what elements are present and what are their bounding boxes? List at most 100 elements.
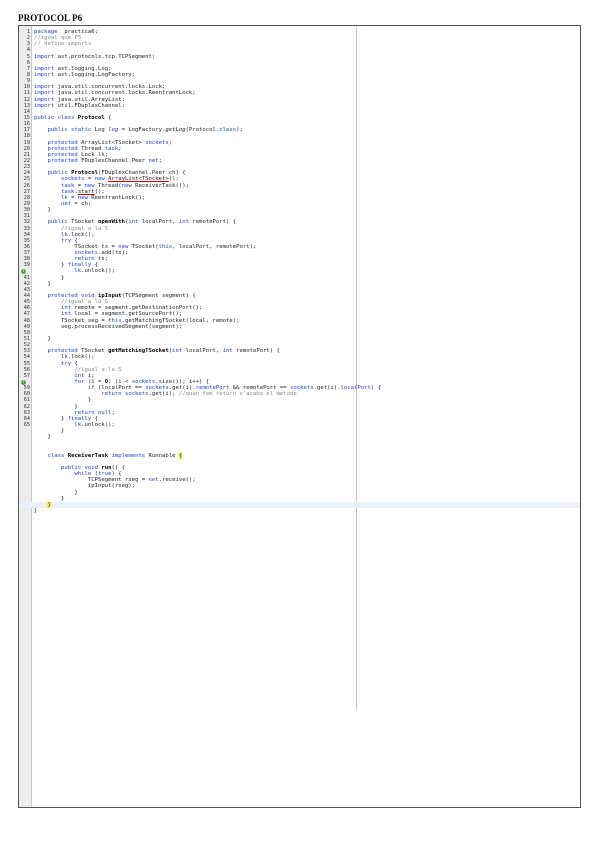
code-token: } xyxy=(34,397,92,404)
code-token: ts; xyxy=(94,256,109,263)
code-token: ast.logging.Log; xyxy=(54,65,112,72)
code-token: (localPort == xyxy=(94,385,146,392)
code-token: ( xyxy=(91,471,99,478)
code-token: protected xyxy=(47,348,78,355)
code-token: .get(i). xyxy=(313,385,341,392)
code-token: finally xyxy=(67,262,92,269)
code-token: package xyxy=(34,29,58,35)
code-token: import xyxy=(34,71,55,78)
code-token: (FDuplexChannel.Peer ch) { xyxy=(98,170,186,177)
code-token: { xyxy=(71,237,78,244)
code-token: ; xyxy=(168,139,173,146)
code-token: i; xyxy=(84,372,95,379)
code-token: FDuplexChannel.Peer xyxy=(77,157,149,164)
code-token: Runnable xyxy=(145,452,179,459)
code-token: int xyxy=(172,348,183,355)
code-token: .unlock(); xyxy=(81,268,115,275)
code-token: .unlock(); xyxy=(81,422,115,428)
code-token: Log xyxy=(91,127,109,134)
code-token: new xyxy=(84,182,95,189)
code-token: .get(i); xyxy=(148,391,179,398)
code-token: for xyxy=(74,379,85,386)
code-text: } xyxy=(34,508,37,514)
code-token: ; xyxy=(118,145,122,152)
code-token: // define imports xyxy=(34,41,92,48)
code-token: ; xyxy=(111,409,115,416)
code-token: //igual a la 5 xyxy=(60,225,109,232)
code-editor[interactable]: 1 package practica6; 2//igual que P5 3// de… xyxy=(18,25,581,808)
document-title: PROTOCOL P6 xyxy=(18,13,83,23)
code-token: } xyxy=(34,280,51,287)
code-token: = xyxy=(74,182,85,189)
code-token: int xyxy=(222,348,233,355)
code-token: = LogFactory. xyxy=(118,127,166,134)
code-token: //igual a la 5 xyxy=(60,299,109,306)
code-token: && remotePort == xyxy=(229,385,291,392)
code-token: TCPSegment rseg = xyxy=(34,477,149,484)
code-token: } xyxy=(47,501,51,508)
code-token: class xyxy=(47,452,65,459)
code-token: { xyxy=(91,262,99,269)
code-token: net xyxy=(60,200,72,207)
code-token: { xyxy=(104,114,112,121)
code-area[interactable]: 1 package practica6; 2//igual que P5 3// de… xyxy=(19,29,580,514)
code-token: .size()); i++) { xyxy=(155,379,210,386)
code-token: this xyxy=(158,243,173,250)
code-token: ArrayList<TSocket> xyxy=(77,139,146,146)
code-token: ); xyxy=(236,127,243,134)
code-token: task xyxy=(60,182,75,189)
code-token: () { xyxy=(111,464,125,471)
code-token: int xyxy=(74,372,85,379)
code-token: new xyxy=(77,194,88,201)
code-token: lk xyxy=(60,194,68,201)
code-token: ipInput xyxy=(98,293,122,300)
code-token: TSocket xyxy=(67,219,99,226)
code-token: = xyxy=(84,176,95,183)
code-token: import xyxy=(34,90,55,97)
code-token: net xyxy=(148,157,159,164)
code-token: } xyxy=(34,507,38,514)
code-token: //igual que P5 xyxy=(34,35,82,42)
code-token: return null xyxy=(74,409,112,416)
code-token: public xyxy=(47,219,68,226)
code-token: = xyxy=(67,194,78,201)
code-token: } xyxy=(34,495,65,502)
code-token: ipInput(rseg); xyxy=(34,483,136,490)
code-token: } xyxy=(34,428,65,435)
code-token: int xyxy=(60,311,72,318)
code-token: { xyxy=(91,415,99,422)
code-token: new xyxy=(121,182,132,189)
code-token: local = segment.getSourcePort(); xyxy=(71,311,183,318)
code-token: ) { xyxy=(111,471,122,478)
code-token: } xyxy=(34,403,78,410)
code-token: task xyxy=(104,145,119,152)
code-token: ArrayList<TSocket> xyxy=(108,176,169,183)
code-token: sockets xyxy=(145,139,169,146)
warning-marker-icon[interactable]: ! xyxy=(21,379,26,385)
code-token: protected xyxy=(47,145,78,152)
code-token: java.util.concurrent.locks.ReentrantLock… xyxy=(54,90,196,97)
code-token: sockets xyxy=(131,379,156,386)
code-token: .lock(); xyxy=(67,231,95,238)
warning-marker-icon[interactable]: ! xyxy=(21,268,26,274)
code-line[interactable]: } xyxy=(19,508,580,514)
